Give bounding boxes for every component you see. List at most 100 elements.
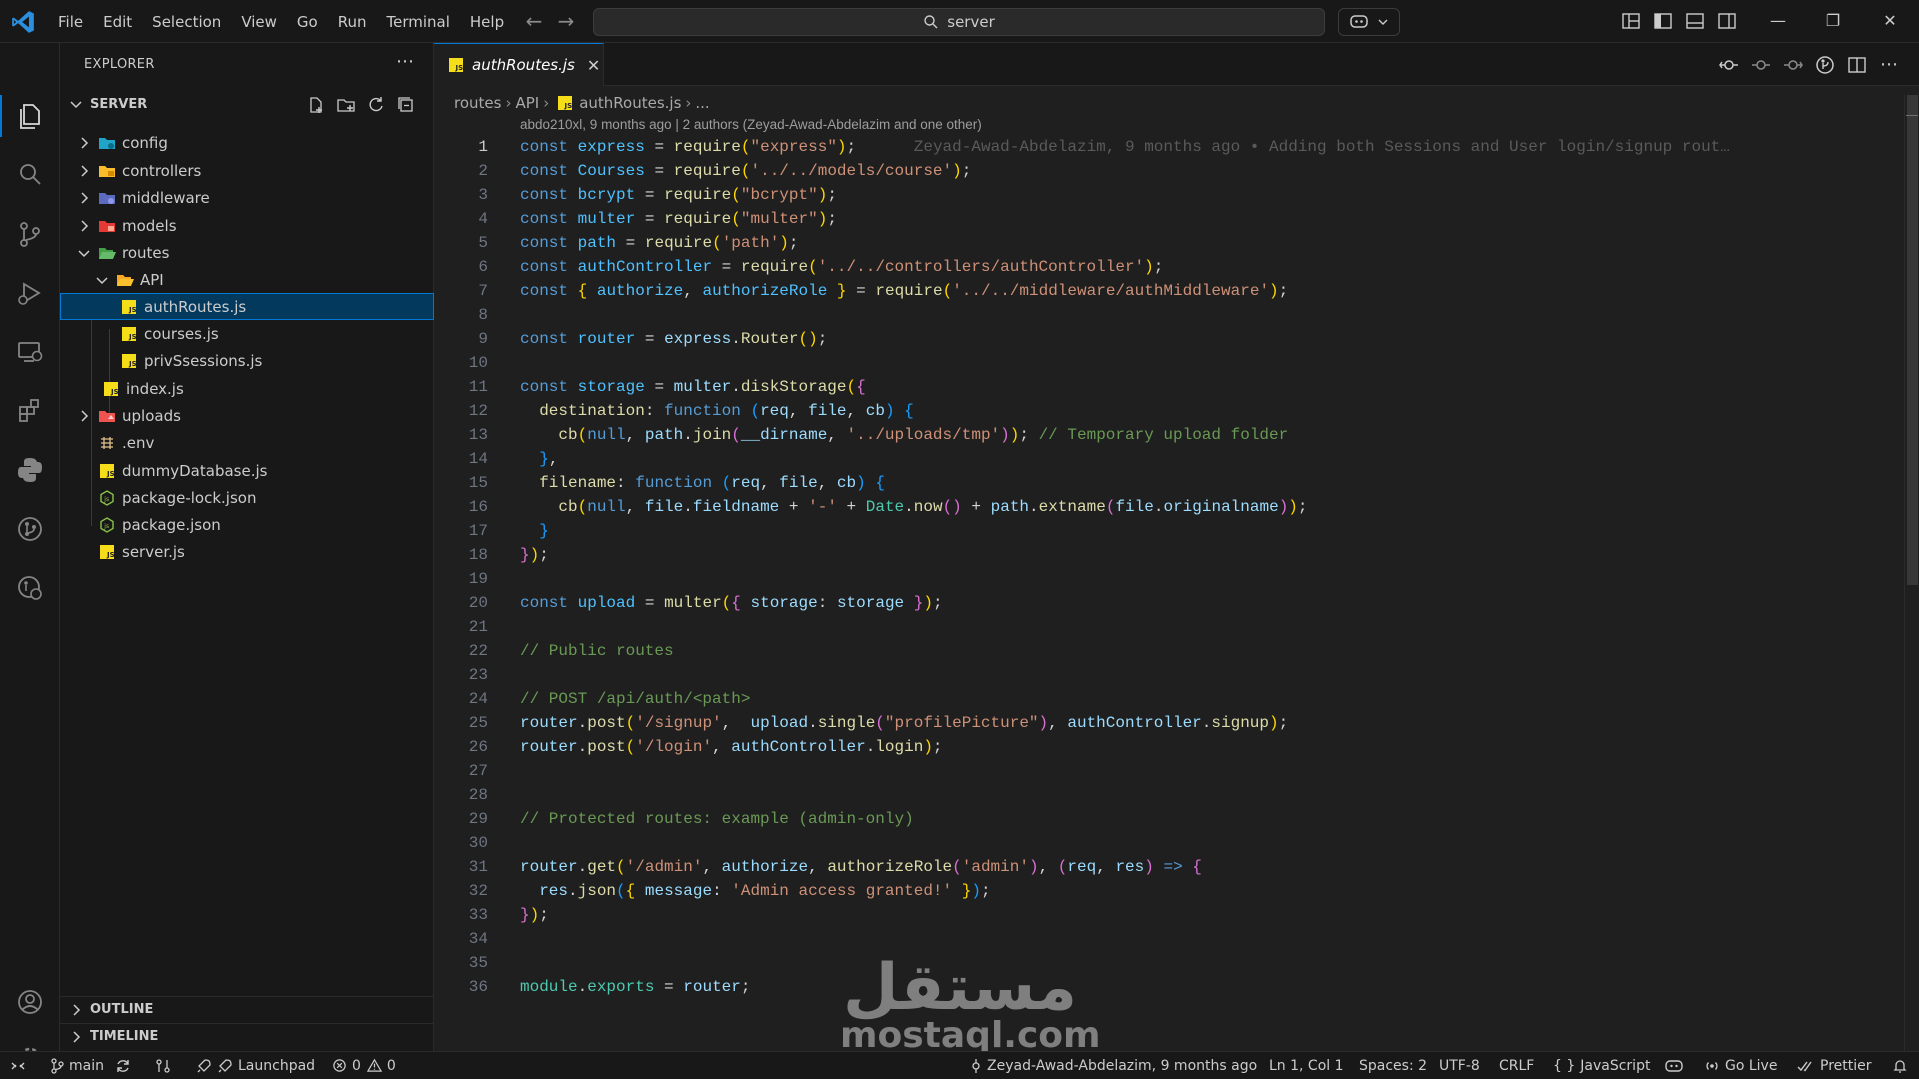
menu-run[interactable]: Run (330, 9, 375, 35)
run-debug-icon[interactable] (14, 277, 46, 309)
line-number: 18 (468, 546, 488, 564)
close-window-icon[interactable]: ✕ (1875, 7, 1905, 35)
branch-indicator[interactable]: main (50, 1052, 104, 1079)
copilot-status[interactable] (1664, 1052, 1689, 1079)
restore-icon[interactable]: ❐ (1818, 7, 1848, 35)
tree-item-package-lock[interactable]: js package-lock.json (60, 484, 434, 511)
collapse-all-icon[interactable] (396, 95, 416, 115)
code-line: 26 router.post('/login', authController.l… (434, 735, 1904, 759)
tree-item-privssessions[interactable]: JS privSsessions.js (60, 347, 434, 374)
code-line: 1 const express = require("express"); Zey… (434, 135, 1904, 159)
tree-item-index[interactable]: JS index.js (60, 375, 434, 402)
line-number: 30 (468, 834, 488, 852)
copilot-button[interactable] (1338, 8, 1400, 36)
remote-explorer-icon[interactable] (14, 336, 46, 368)
tree-item-label: privSsessions.js (144, 351, 263, 370)
active-indicator (0, 95, 2, 137)
vertical-scrollbar[interactable] (1904, 95, 1919, 1051)
folder-header-server[interactable]: SERVER (60, 91, 434, 117)
bell-icon (1893, 1059, 1907, 1073)
source-control-icon[interactable] (14, 218, 46, 250)
explorer-icon[interactable] (14, 100, 46, 132)
problems-indicator[interactable]: 0 0 (332, 1052, 396, 1079)
gitlens-icon[interactable] (14, 572, 46, 604)
tree-item-config[interactable]: config (60, 129, 434, 156)
python-icon[interactable] (14, 454, 46, 486)
tree-item-dummydatabase[interactable]: JS dummyDatabase.js (60, 457, 434, 484)
gitlens-inspect-icon[interactable] (1814, 54, 1836, 76)
tree-item-label: .env (122, 433, 155, 452)
tree-item-models[interactable]: models (60, 212, 434, 239)
toggle-panel-icon[interactable] (1684, 10, 1706, 32)
git-commit-icon[interactable] (1750, 54, 1772, 76)
launchpad-indicator[interactable]: Launchpad (196, 1052, 315, 1079)
menu-view[interactable]: View (233, 9, 285, 35)
toggle-primary-sidebar-icon[interactable] (1652, 10, 1674, 32)
line-number: 17 (468, 522, 488, 540)
menu-terminal[interactable]: Terminal (379, 9, 458, 35)
minimize-icon[interactable]: — (1763, 7, 1793, 35)
tree-item-uploads[interactable]: uploads (60, 402, 434, 429)
prettier-indicator[interactable]: Prettier (1797, 1052, 1872, 1079)
breadcrumb-item-file[interactable]: authRoutes.js (579, 94, 681, 112)
tree-item-controllers[interactable]: controllers (60, 157, 434, 184)
menu-help[interactable]: Help (462, 9, 512, 35)
cursor-position[interactable]: Ln 1, Col 1 (1269, 1052, 1344, 1079)
tree-item-api[interactable]: API (60, 266, 434, 293)
accounts-icon[interactable] (14, 986, 46, 1018)
toggle-secondary-sidebar-icon[interactable] (1716, 10, 1738, 32)
indentation-indicator[interactable]: Spaces: 2 (1359, 1052, 1427, 1079)
search-icon[interactable] (14, 159, 46, 191)
more-actions-icon[interactable]: ⋯ (396, 51, 414, 72)
blame-indicator[interactable]: Zeyad-Awad-Abdelazim, 9 months ago (970, 1052, 1257, 1079)
notifications-button[interactable] (1892, 1052, 1913, 1079)
code-line: 34 (434, 927, 1904, 951)
outline-section-header[interactable]: OUTLINE (60, 996, 434, 1022)
tree-item-courses[interactable]: JS courses.js (60, 320, 434, 347)
close-tab-icon[interactable]: ✕ (587, 56, 600, 75)
new-file-icon[interactable] (306, 95, 326, 115)
tree-item-authroutes[interactable]: JS authRoutes.js (60, 293, 434, 320)
line-number: 25 (468, 714, 488, 732)
go-live-button[interactable]: Go Live (1704, 1052, 1777, 1079)
menu-file[interactable]: File (50, 9, 91, 35)
refresh-icon[interactable] (366, 95, 386, 115)
code-line: 4 const multer = require("multer"); (434, 207, 1904, 231)
split-editor-icon[interactable] (1846, 54, 1868, 76)
next-change-icon[interactable] (1782, 54, 1804, 76)
extensions-icon[interactable] (14, 395, 46, 427)
git-graph-icon[interactable] (14, 513, 46, 545)
menu-edit[interactable]: Edit (95, 9, 140, 35)
timeline-section-header[interactable]: TIMELINE (60, 1023, 434, 1049)
scrollbar-thumb[interactable] (1907, 95, 1918, 585)
command-center-search[interactable]: server (593, 8, 1325, 36)
more-actions-icon[interactable]: ⋯ (1880, 54, 1902, 76)
forward-arrow-icon[interactable]: → (554, 9, 578, 33)
tree-item-server[interactable]: JS server.js (60, 538, 434, 565)
remote-indicator[interactable] (10, 1052, 31, 1079)
menu-go[interactable]: Go (289, 9, 326, 35)
breadcrumb-item-routes[interactable]: routes (454, 94, 501, 112)
eol-indicator[interactable]: CRLF (1499, 1052, 1534, 1079)
new-folder-icon[interactable] (336, 95, 356, 115)
git-commit-icon (972, 1058, 980, 1073)
menu-selection[interactable]: Selection (144, 9, 229, 35)
language-mode-indicator[interactable]: { } JavaScript (1553, 1052, 1650, 1079)
breadcrumb-item-api[interactable]: API (515, 94, 539, 112)
customize-layout-icon[interactable] (1620, 10, 1642, 32)
sync-indicator[interactable] (115, 1052, 136, 1079)
open-changes-icon[interactable] (1718, 54, 1740, 76)
timeline-label: TIMELINE (90, 1029, 159, 1044)
encoding-indicator[interactable]: UTF-8 (1439, 1052, 1480, 1079)
tree-item-package[interactable]: js package.json (60, 511, 434, 538)
back-arrow-icon[interactable]: ← (522, 9, 546, 33)
git-blame-codelens[interactable]: abdo210xl, 9 months ago | 2 authors (Zey… (520, 117, 982, 132)
breadcrumb-item-symbol[interactable]: ... (695, 94, 709, 112)
tab-authroutes[interactable]: JS authRoutes.js ✕ (434, 43, 604, 86)
tree-item-routes[interactable]: routes (60, 239, 434, 266)
nodejs-file-icon: js (100, 516, 114, 533)
tree-item-middleware[interactable]: middleware (60, 184, 434, 211)
line-number: 29 (468, 810, 488, 828)
tree-item-env[interactable]: .env (60, 429, 434, 456)
git-graph-indicator[interactable] (155, 1052, 176, 1079)
